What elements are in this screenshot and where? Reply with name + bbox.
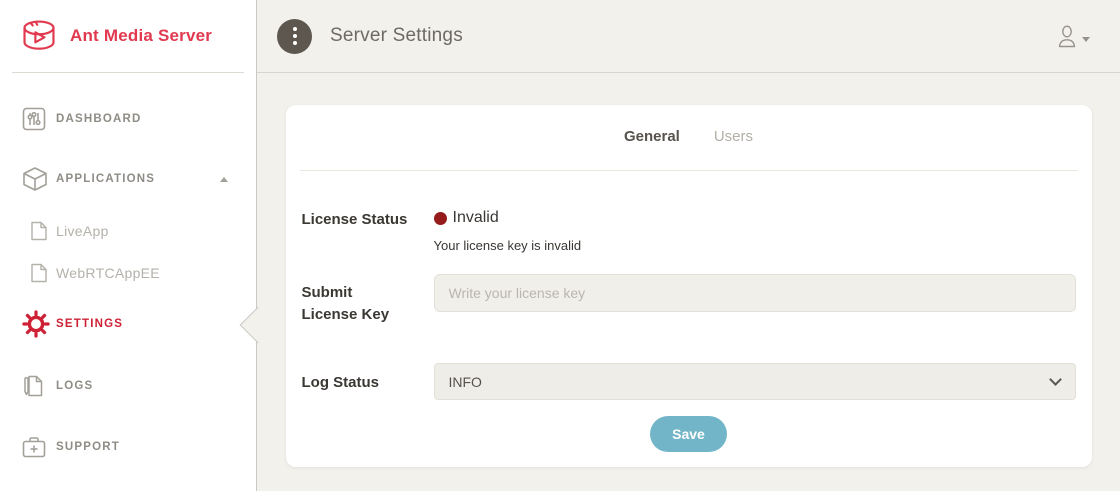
submit-license-row: Submit License Key — [302, 274, 1076, 326]
tab-users[interactable]: Users — [714, 127, 753, 146]
brand-name: Ant Media Server — [70, 26, 212, 46]
submit-license-label: Submit License Key — [302, 274, 434, 326]
sidebar-item-liveapp[interactable]: LiveApp — [0, 209, 256, 253]
sidebar-item-label: WebRTCAppEE — [56, 265, 160, 281]
sidebar-item-label: SETTINGS — [56, 318, 123, 330]
gear-icon — [0, 310, 56, 338]
sidebar-item-applications[interactable]: APPLICATIONS — [0, 149, 256, 209]
logs-icon — [0, 374, 56, 398]
support-icon — [0, 436, 56, 458]
sidebar-item-label: DASHBOARD — [56, 113, 142, 125]
menu-kebab-button[interactable] — [277, 19, 312, 54]
page-title: Server Settings — [330, 25, 463, 47]
sidebar-item-label: SUPPORT — [56, 441, 120, 453]
settings-card: General Users License Status Invalid You… — [286, 105, 1092, 467]
brand-logo[interactable]: Ant Media Server — [12, 0, 244, 73]
license-status-value: Invalid — [453, 209, 499, 227]
sidebar-item-support[interactable]: SUPPORT — [0, 417, 256, 477]
file-icon — [0, 221, 56, 241]
user-icon — [1056, 24, 1078, 48]
sidebar-item-webrtcappee[interactable]: WebRTCAppEE — [0, 253, 256, 293]
ant-media-logo-icon — [18, 17, 60, 55]
file-icon — [0, 263, 56, 283]
sidebar-item-logs[interactable]: LOGS — [0, 355, 256, 417]
save-button[interactable]: Save — [650, 416, 727, 452]
log-status-select[interactable]: INFO — [434, 363, 1076, 400]
log-status-row: Log Status INFO — [302, 363, 1076, 400]
chevron-up-icon[interactable] — [220, 177, 228, 182]
applications-icon — [0, 166, 56, 192]
sidebar: Ant Media Server DASHBOARD — [0, 0, 257, 491]
server-settings-form: License Status Invalid Your license key … — [286, 171, 1092, 452]
topbar: Server Settings — [257, 0, 1120, 73]
invalid-status-dot — [434, 212, 447, 225]
tab-bar: General Users — [286, 105, 1092, 146]
license-status-label: License Status — [302, 209, 434, 231]
sidebar-item-label: LiveApp — [56, 223, 109, 239]
license-status-detail: Your license key is invalid — [434, 238, 1076, 253]
sidebar-item-label: LOGS — [56, 380, 93, 392]
license-key-input[interactable] — [434, 274, 1076, 312]
log-status-label: Log Status — [302, 363, 434, 394]
sidebar-item-settings[interactable]: SETTINGS — [0, 293, 256, 355]
license-status-row: License Status Invalid Your license key … — [302, 209, 1076, 253]
tab-general[interactable]: General — [624, 127, 680, 146]
dashboard-icon — [0, 107, 56, 131]
sidebar-item-dashboard[interactable]: DASHBOARD — [0, 89, 256, 149]
main-content: General Users License Status Invalid You… — [257, 74, 1120, 491]
user-menu-button[interactable] — [1056, 24, 1090, 48]
sidebar-nav: DASHBOARD APPLICATIONS LiveApp — [0, 73, 256, 477]
sidebar-item-label: APPLICATIONS — [56, 173, 155, 185]
chevron-down-icon — [1082, 37, 1090, 42]
